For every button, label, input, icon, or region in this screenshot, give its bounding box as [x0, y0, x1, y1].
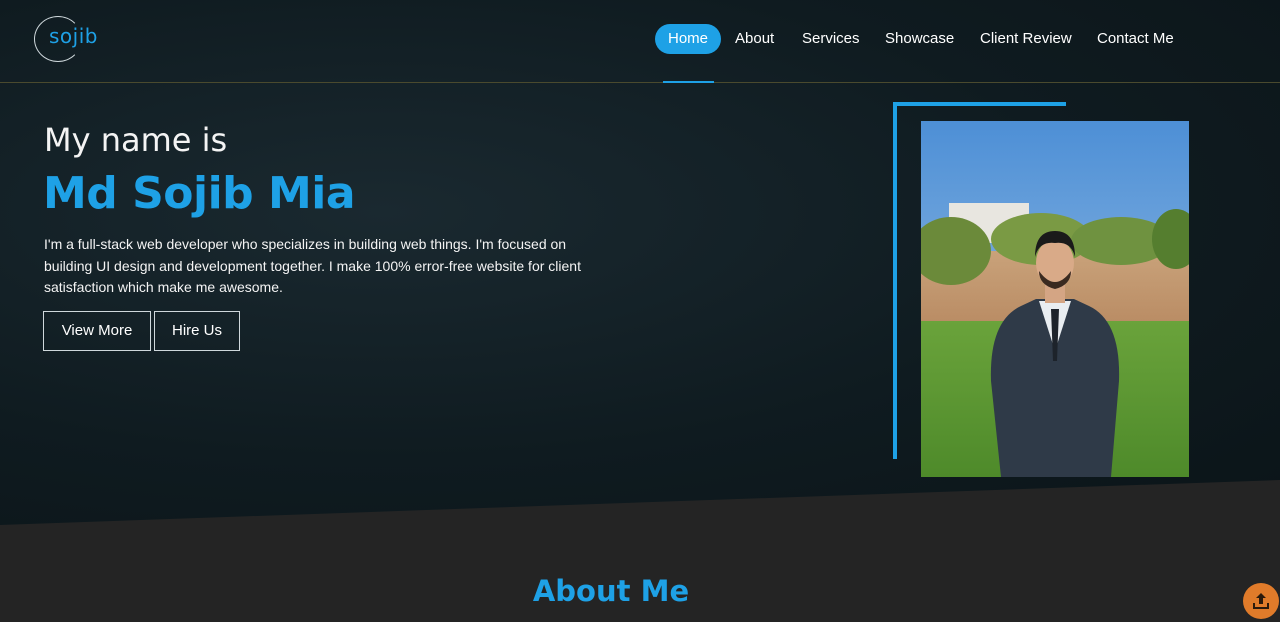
- navbar: sojib Home About Services Showcase Clien…: [0, 0, 1280, 83]
- hero-name: Md Sojib Mia: [43, 168, 356, 219]
- arrow-up-tray-icon: [1253, 593, 1269, 609]
- nav-active-underline: [663, 81, 714, 83]
- scroll-to-top-button[interactable]: [1243, 583, 1279, 619]
- photo-frame-left: [893, 102, 897, 459]
- profile-photo: [921, 121, 1189, 477]
- hero-intro: My name is: [44, 121, 228, 159]
- nav-showcase[interactable]: Showcase: [885, 24, 954, 54]
- hire-us-button[interactable]: Hire Us: [154, 311, 240, 351]
- nav-home[interactable]: Home: [655, 24, 722, 54]
- nav-contact-me[interactable]: Contact Me: [1097, 24, 1174, 54]
- logo[interactable]: sojib: [34, 16, 100, 62]
- photo-frame-top: [893, 102, 1066, 106]
- nav-about[interactable]: About: [735, 24, 774, 54]
- hero-description: I'm a full-stack web developer who speci…: [44, 236, 581, 295]
- view-more-button[interactable]: View More: [43, 311, 151, 351]
- nav-services[interactable]: Services: [802, 24, 860, 54]
- about-section-title: About Me: [532, 574, 690, 608]
- nav-client-review[interactable]: Client Review: [980, 24, 1072, 54]
- logo-text: sojib: [49, 24, 98, 48]
